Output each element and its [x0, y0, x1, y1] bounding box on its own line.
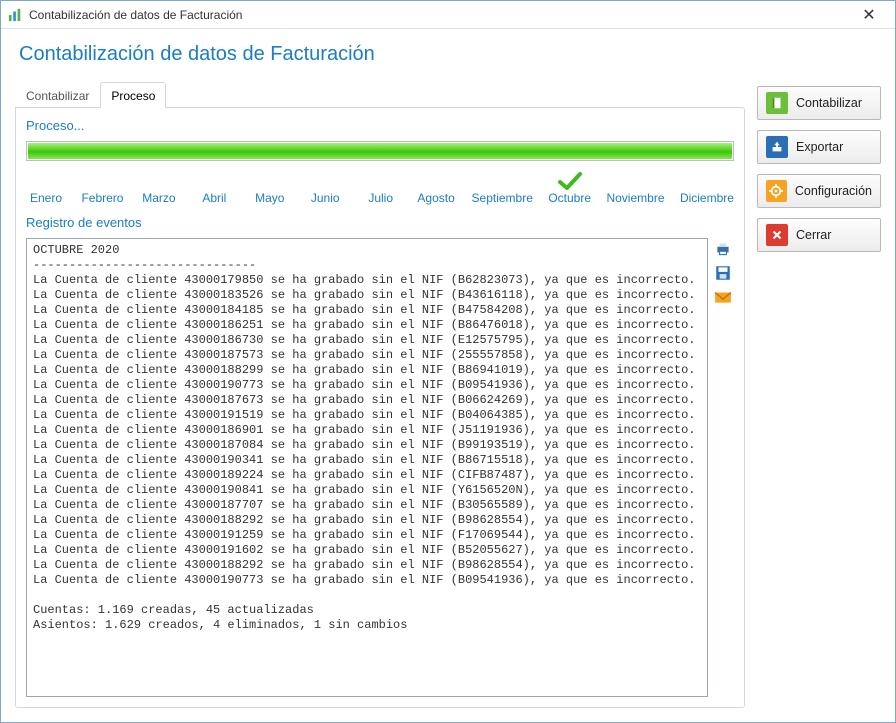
action-sidebar: Contabilizar Exportar Configuración Cerr… [757, 76, 881, 708]
log-label: Registro de eventos [26, 215, 734, 230]
close-button[interactable]: ✕ [849, 5, 889, 25]
month-febrero[interactable]: Febrero [81, 171, 123, 205]
window-title: Contabilización de datos de Facturación [29, 8, 849, 22]
check-icon [557, 171, 583, 191]
month-abril[interactable]: Abril [194, 171, 234, 205]
close-icon [766, 224, 788, 246]
event-log[interactable]: OCTUBRE 2020 ---------------------------… [26, 238, 708, 697]
print-icon[interactable] [714, 240, 732, 258]
progress-fill [28, 143, 732, 159]
month-label: Febrero [81, 191, 123, 205]
content: Contabilizar Proceso Proceso... Enero Feb… [1, 72, 895, 722]
month-mayo[interactable]: Mayo [250, 171, 290, 205]
month-noviembre[interactable]: Noviembre [606, 171, 664, 205]
month-label: Marzo [142, 191, 175, 205]
months-row: Enero Febrero Marzo Abril Mayo Junio Julio Agos… [26, 169, 734, 215]
cerrar-button[interactable]: Cerrar [757, 218, 881, 252]
month-diciembre[interactable]: Diciembre [680, 171, 734, 205]
month-label: Julio [368, 191, 393, 205]
cerrar-label: Cerrar [796, 228, 831, 242]
main-panel: Contabilizar Proceso Proceso... Enero Feb… [15, 76, 745, 708]
tab-proceso[interactable]: Proceso [100, 82, 166, 108]
month-enero[interactable]: Enero [26, 171, 66, 205]
save-icon[interactable] [714, 264, 732, 282]
exportar-button[interactable]: Exportar [757, 130, 881, 164]
log-row: OCTUBRE 2020 ---------------------------… [26, 238, 734, 697]
exportar-label: Exportar [796, 140, 843, 154]
mail-icon[interactable] [714, 288, 732, 306]
tab-contabilizar[interactable]: Contabilizar [15, 82, 100, 108]
month-label: Noviembre [606, 191, 664, 205]
app-icon [7, 7, 23, 23]
month-label: Abril [202, 191, 226, 205]
app-window: Contabilización de datos de Facturación … [0, 0, 896, 723]
contabilizar-label: Contabilizar [796, 96, 862, 110]
month-label: Agosto [417, 191, 454, 205]
month-julio[interactable]: Julio [361, 171, 401, 205]
month-agosto[interactable]: Agosto [416, 171, 456, 205]
configuracion-button[interactable]: Configuración [757, 174, 881, 208]
month-marzo[interactable]: Marzo [139, 171, 179, 205]
panel-proceso: Proceso... Enero Febrero Marzo Abril Mayo Jun… [15, 107, 745, 708]
month-label: Mayo [255, 191, 284, 205]
contabilizar-button[interactable]: Contabilizar [757, 86, 881, 120]
month-label: Diciembre [680, 191, 734, 205]
month-septiembre[interactable]: Septiembre [472, 171, 533, 205]
export-icon [766, 136, 788, 158]
log-toolbar [714, 238, 734, 697]
progress-bar [26, 141, 734, 161]
tab-bar: Contabilizar Proceso [15, 82, 745, 108]
gear-icon [766, 180, 787, 202]
month-octubre[interactable]: Octubre [548, 171, 591, 205]
month-label: Junio [311, 191, 340, 205]
month-label: Octubre [548, 191, 591, 205]
titlebar: Contabilización de datos de Facturación … [1, 1, 895, 29]
configuracion-label: Configuración [795, 184, 872, 198]
book-icon [766, 92, 788, 114]
page-title: Contabilización de datos de Facturación [1, 29, 895, 72]
month-junio[interactable]: Junio [305, 171, 345, 205]
process-label: Proceso... [26, 118, 734, 133]
month-label: Enero [30, 191, 62, 205]
month-label: Septiembre [472, 191, 533, 205]
